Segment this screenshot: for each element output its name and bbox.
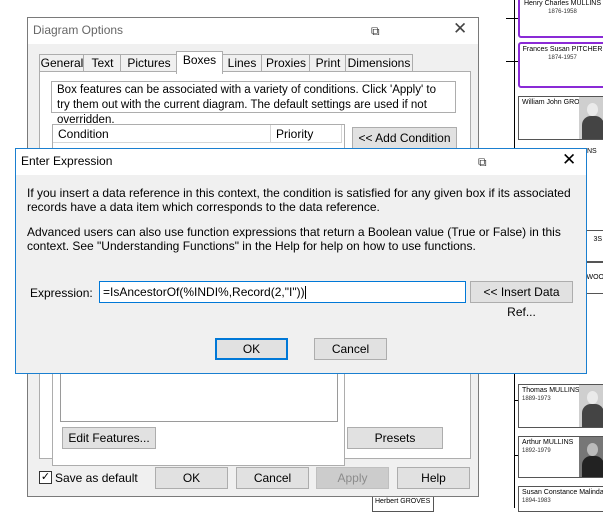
insert-data-ref-button[interactable]: << Insert Data Ref... [470,281,573,303]
person-photo [579,437,603,477]
tab-strip: General Text Pictures Boxes Lines Proxie… [39,51,469,72]
person-dates: 1874-1957 [520,54,603,62]
pin-icon[interactable]: ⧉ [478,155,487,170]
person-box[interactable]: Frances Susan PITCHER 1874-1957 [518,42,603,88]
expression-input[interactable]: =IsAncestorOf(%INDI%,Record(2,"I")) [99,281,466,303]
dialog-title: Enter Expression [21,154,112,168]
person-name: Frances Susan PITCHER [520,46,603,54]
person-dates: 1876-1958 [520,8,603,16]
clipped-name: WOO [587,274,603,282]
expression-label: Expression: [30,286,93,300]
expression-value: =IsAncestorOf(%INDI%,Record(2,"I")) [103,285,305,299]
tree-connector [506,61,518,62]
ok-button[interactable]: OK [155,467,228,489]
add-condition-button[interactable]: << Add Condition [352,127,457,149]
edit-features-button[interactable]: Edit Features... [62,427,156,449]
help-button[interactable]: Help [397,467,470,489]
ok-button[interactable]: OK [215,338,288,360]
person-name: Susan Constance Malinda L [522,489,603,497]
person-box[interactable]: Arthur MULLINS 1892-1979 [518,436,603,478]
tab-boxes[interactable]: Boxes [176,51,223,74]
clipped-name: NS [587,148,597,155]
close-icon[interactable]: ✕ [453,19,467,39]
pin-icon[interactable]: ⧉ [371,24,380,39]
person-box[interactable]: Susan Constance Malinda L 1894-1983 [518,486,603,512]
title-bar[interactable]: Diagram Options ⧉ ✕ [28,18,478,44]
person-photo [579,97,603,139]
person-dates: 1894-1983 [522,497,603,505]
person-photo [579,385,603,427]
enter-expression-dialog: Enter Expression ⧉ ✕ If you insert a dat… [15,148,587,374]
dialog-title: Diagram Options [33,23,123,37]
cancel-button[interactable]: Cancel [314,338,387,360]
boxes-description: Box features can be associated with a va… [51,81,456,113]
function-expression-explanation: Advanced users can also use function exp… [27,225,582,253]
data-reference-explanation: If you insert a data reference in this c… [27,186,582,214]
title-bar[interactable]: Enter Expression ⧉ ✕ [16,149,586,175]
presets-button[interactable]: Presets [347,427,443,449]
person-box[interactable]: William John GROVES [518,96,603,140]
close-icon[interactable]: ✕ [562,150,576,170]
column-header-priority[interactable]: Priority [271,125,342,143]
save-default-checkbox[interactable]: ✓ [39,471,52,484]
person-box[interactable]: Thomas MULLINS 1889-1973 [518,384,603,428]
cancel-button[interactable]: Cancel [236,467,309,489]
person-name: Herbert GROVES [375,498,433,506]
person-box[interactable]: Herbert GROVES [372,496,434,512]
save-default-label[interactable]: Save as default [55,471,138,485]
tree-connector [506,18,518,19]
clipped-name: 3S [593,236,602,244]
person-box[interactable]: Henry Charles MULLINS 1876-1958 [518,0,603,38]
column-header-condition[interactable]: Condition [53,125,271,143]
person-name: Henry Charles MULLINS [520,0,603,8]
text-caret [305,286,306,299]
apply-button[interactable]: Apply [316,467,389,489]
